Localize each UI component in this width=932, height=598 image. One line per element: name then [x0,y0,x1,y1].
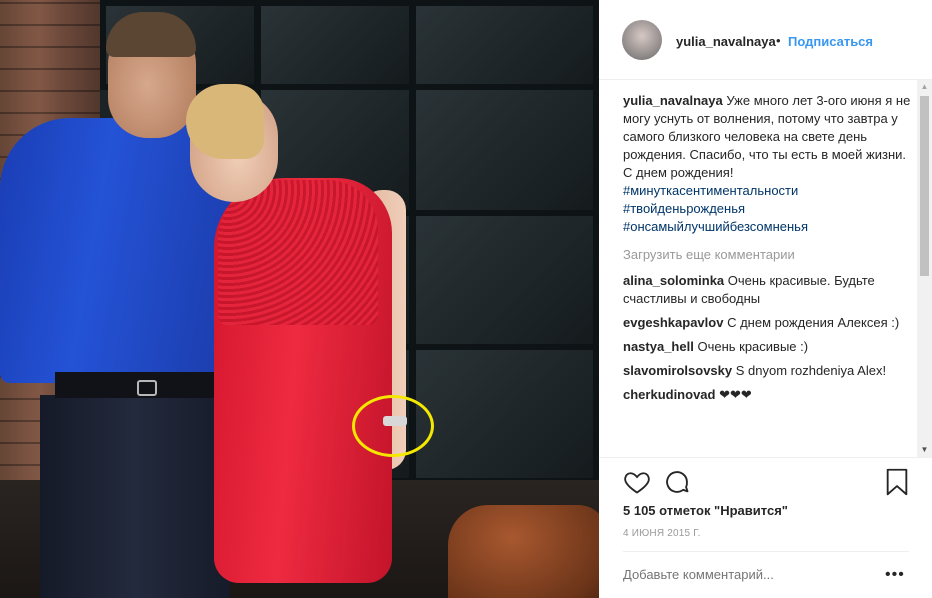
scroll-up-arrow-icon[interactable]: ▲ [917,80,932,94]
hashtag-link[interactable]: #твойденьрожденья [623,200,913,218]
comment-username[interactable]: slavomirolsovsky [623,363,732,378]
post-photo[interactable] [0,0,599,598]
watch-highlight-circle [352,395,434,457]
comment-username[interactable]: cherkudinovad [623,387,715,402]
add-comment-input[interactable] [623,567,873,582]
scrollbar-thumb[interactable] [920,96,929,276]
dress-lace-top [218,180,378,325]
comment-username[interactable]: nastya_hell [623,339,694,354]
hashtag-link[interactable]: #онсамыйлучшийбезсомненья [623,218,913,236]
comments-scrollbar[interactable]: ▲ ▼ [917,80,932,457]
bookmark-icon[interactable] [885,468,909,496]
comment-text: ❤❤❤ [719,387,752,402]
post-side-panel: yulia_navalnaya • Подписаться yulia_nava… [599,0,932,598]
leather-chair [448,505,599,598]
comment: cherkudinovad ❤❤❤ [623,386,913,404]
hashtag-link[interactable]: #минуткасентиментальности [623,182,913,200]
post-date[interactable]: 4 ИЮНЯ 2015 Г. [623,528,701,539]
load-more-comments-link[interactable]: Загрузить еще комментарии [623,246,913,264]
avatar[interactable] [622,20,662,60]
comment-divider [623,551,909,552]
caption: yulia_navalnaya Уже много лет 3-ого июня… [623,92,913,236]
header-username[interactable]: yulia_navalnaya [676,34,776,49]
header-separator: • [776,33,781,48]
comment-text: С днем рождения Алексея :) [727,315,900,330]
comments-list: yulia_navalnaya Уже много лет 3-ого июня… [623,92,913,410]
comment-text: Очень красивые :) [697,339,809,354]
man-trousers [40,395,230,598]
comment: evgeshkapavlov С днем рождения Алексея :… [623,314,913,332]
belt-buckle [137,380,157,396]
comment: nastya_hell Очень красивые :) [623,338,913,356]
actions-divider [599,457,932,458]
instagram-post-view: yulia_navalnaya • Подписаться yulia_nava… [0,0,932,598]
follow-button[interactable]: Подписаться [788,34,873,49]
post-header: yulia_navalnaya • Подписаться [599,0,932,80]
heart-icon[interactable] [623,468,651,496]
woman-hair [186,84,264,159]
comment-username[interactable]: evgeshkapavlov [623,315,723,330]
comment-username[interactable]: alina_solominka [623,273,724,288]
comment-text: S dnyom rozhdeniya Alex! [735,363,887,378]
caption-username[interactable]: yulia_navalnaya [623,93,723,108]
likes-count[interactable]: 5 105 отметок "Нравится" [623,503,788,518]
more-options-icon[interactable]: ••• [885,566,905,584]
comment: slavomirolsovsky S dnyom rozhdeniya Alex… [623,362,913,380]
scroll-down-arrow-icon[interactable]: ▼ [917,443,932,457]
comment: alina_solominka Очень красивые. Будьте с… [623,272,913,308]
comment-bubble-icon[interactable] [663,468,691,496]
